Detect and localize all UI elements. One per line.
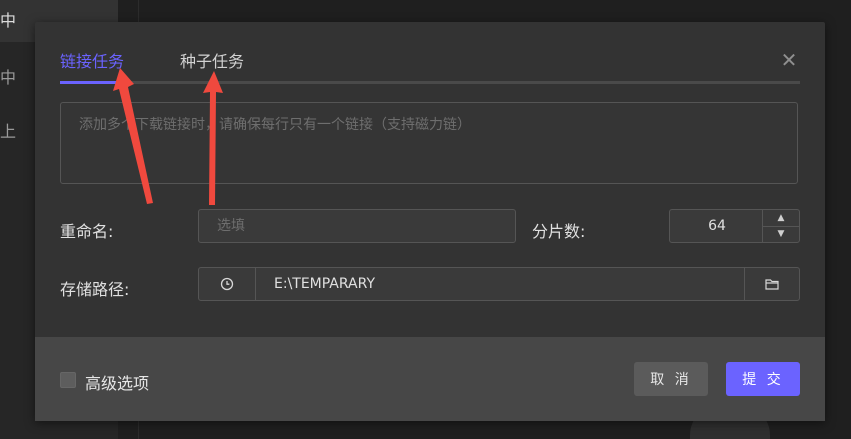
browse-folder-button[interactable] xyxy=(744,268,799,300)
background-sidebar-item[interactable]: 上 xyxy=(0,120,16,144)
chevron-down-icon[interactable]: ▼ xyxy=(763,226,799,242)
cancel-button[interactable]: 取 消 xyxy=(634,362,708,396)
save-path-field: E:\TEMPARARY xyxy=(198,267,800,301)
active-tab-indicator xyxy=(60,81,130,84)
close-icon[interactable]: ✕ xyxy=(779,50,799,70)
rename-label: 重命名: xyxy=(60,222,114,241)
slices-value[interactable]: 64 xyxy=(670,210,764,242)
tab-torrent-task[interactable]: 种子任务 xyxy=(180,48,244,72)
save-path-value[interactable]: E:\TEMPARARY xyxy=(274,268,375,300)
new-task-dialog: 链接任务 种子任务 ✕ 重命名: 分片数: 64 ▲ ▼ 存储路径: E:\TE… xyxy=(35,22,825,421)
folder-icon xyxy=(765,279,779,290)
tabs-track xyxy=(60,81,800,84)
dialog-footer: 高级选项 取 消 提 交 xyxy=(35,337,825,421)
download-links-textarea[interactable] xyxy=(60,102,798,184)
submit-button[interactable]: 提 交 xyxy=(726,362,800,396)
clock-icon xyxy=(220,277,234,291)
advanced-options-label[interactable]: 高级选项 xyxy=(85,370,149,394)
background-sidebar-item[interactable]: 中 xyxy=(0,66,16,90)
rename-input[interactable] xyxy=(198,209,516,243)
slices-stepper[interactable]: 64 ▲ ▼ xyxy=(669,209,800,243)
advanced-options-checkbox[interactable] xyxy=(60,372,76,388)
save-path-label: 存储路径: xyxy=(60,280,130,299)
tab-link-task[interactable]: 链接任务 xyxy=(60,48,124,72)
slices-label: 分片数: xyxy=(532,222,586,241)
stepper-buttons: ▲ ▼ xyxy=(762,210,799,242)
chevron-up-icon[interactable]: ▲ xyxy=(763,210,799,227)
path-history-button[interactable] xyxy=(199,268,256,300)
